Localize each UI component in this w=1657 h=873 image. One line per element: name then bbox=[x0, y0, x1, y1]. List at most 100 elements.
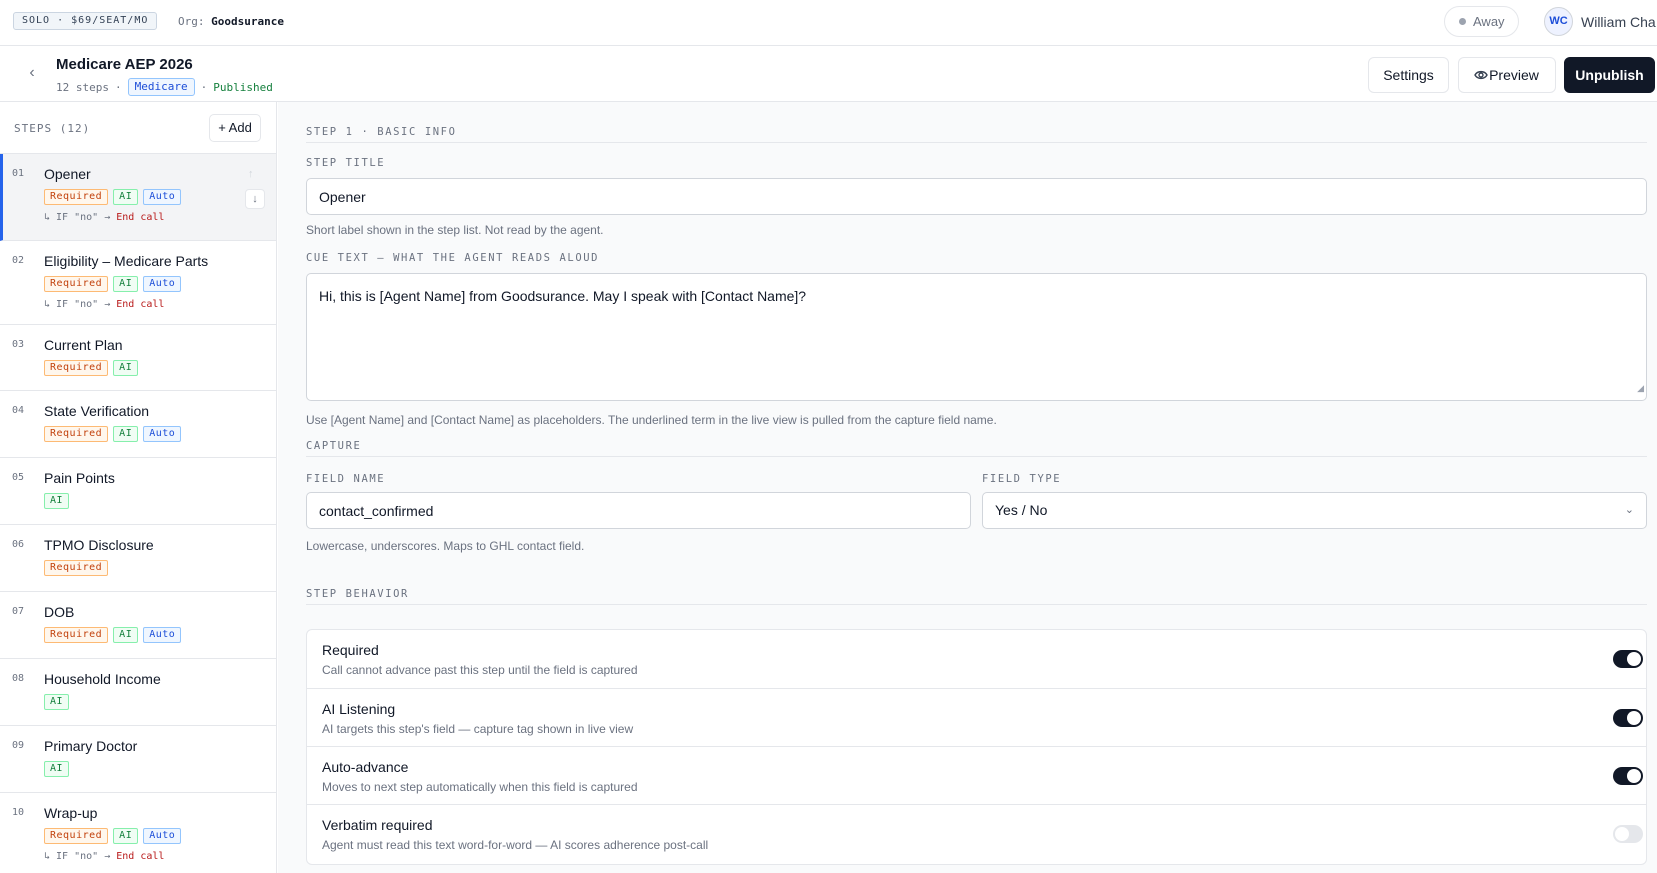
step-badges: AI bbox=[44, 761, 70, 777]
publish-status: Published bbox=[213, 80, 273, 94]
branch-condition: ↳ IF "no" → bbox=[44, 212, 111, 223]
required-badge: Required bbox=[44, 828, 109, 844]
steps-header: STEPS (12) + Add bbox=[0, 102, 276, 154]
steps-title: STEPS (12) bbox=[14, 122, 91, 135]
step-title-help: Short label shown in the step list. Not … bbox=[306, 223, 604, 237]
back-button[interactable]: ‹ bbox=[20, 61, 44, 85]
step-behavior-card: Required Call cannot advance past this s… bbox=[306, 629, 1647, 865]
step-item-state-verification[interactable]: 04 State Verification Required AI Auto bbox=[0, 391, 276, 458]
field-help: Lowercase, underscores. Maps to GHL cont… bbox=[306, 539, 585, 553]
auto-badge: Auto bbox=[143, 189, 182, 205]
step-title-input[interactable] bbox=[306, 178, 1647, 215]
org-label: Org: bbox=[178, 15, 205, 28]
toggle-knob bbox=[1627, 711, 1641, 725]
section-basic-info-title: STEP 1 · BASIC INFO bbox=[306, 126, 457, 138]
step-item-dob[interactable]: 07 DOB Required AI Auto bbox=[0, 592, 276, 659]
cue-text-textarea[interactable]: Hi, this is [Agent Name] from Goodsuranc… bbox=[306, 273, 1647, 401]
behavior-desc: Call cannot advance past this step until… bbox=[322, 663, 638, 677]
toggle-knob bbox=[1615, 827, 1629, 841]
section-behavior-title: STEP BEHAVIOR bbox=[306, 588, 409, 600]
auto-badge: Auto bbox=[143, 426, 182, 442]
step-badges: AI bbox=[44, 493, 70, 509]
step-badges: Required AI Auto bbox=[44, 627, 182, 643]
step-item-eligibility[interactable]: 02 Eligibility – Medicare Parts Required… bbox=[0, 241, 276, 325]
org-indicator: Org: Goodsurance bbox=[178, 15, 284, 28]
behavior-title: Auto-advance bbox=[322, 759, 409, 775]
behavior-row-ai-listening: AI Listening AI targets this step's fiel… bbox=[307, 688, 1646, 746]
script-header: ‹ Medicare AEP 2026 12 steps · Medicare … bbox=[0, 46, 1657, 102]
behavior-desc: Agent must read this text word-for-word … bbox=[322, 838, 709, 852]
preview-button[interactable]: Preview bbox=[1458, 57, 1556, 93]
step-count: 12 steps bbox=[56, 80, 109, 94]
step-item-wrap-up[interactable]: 10 Wrap-up Required AI Auto ↳ IF "no" → … bbox=[0, 793, 276, 873]
step-number: 10 bbox=[12, 807, 25, 818]
step-number: 09 bbox=[12, 740, 25, 751]
step-name: Household Income bbox=[44, 671, 161, 687]
resize-handle-icon[interactable]: ◢ bbox=[1637, 378, 1644, 398]
step-item-household-income[interactable]: 08 Household Income AI bbox=[0, 659, 276, 726]
section-capture-title: CAPTURE bbox=[306, 440, 362, 452]
step-badges: Required AI Auto bbox=[44, 189, 182, 205]
branch-rule: ↳ IF "no" → End call bbox=[44, 299, 164, 310]
step-number: 01 bbox=[12, 168, 25, 179]
eye-icon bbox=[1474, 58, 1488, 104]
auto-badge: Auto bbox=[143, 627, 182, 643]
ai-badge: AI bbox=[113, 828, 139, 844]
required-badge: Required bbox=[44, 189, 109, 205]
field-type-value: Yes / No bbox=[995, 502, 1048, 518]
auto-advance-toggle[interactable] bbox=[1613, 767, 1643, 785]
top-bar: SOLO · $69/SEAT/MO Org: Goodsurance Away… bbox=[0, 0, 1657, 46]
category-tag: Medicare bbox=[127, 78, 195, 96]
step-number: 06 bbox=[12, 539, 25, 550]
step-item-pain-points[interactable]: 05 Pain Points AI bbox=[0, 458, 276, 525]
step-item-primary-doctor[interactable]: 09 Primary Doctor AI bbox=[0, 726, 276, 793]
branch-rule: ↳ IF "no" → End call bbox=[44, 851, 164, 862]
chevron-down-icon: ⌄ bbox=[1624, 504, 1634, 516]
arrow-up-icon[interactable]: ↑ bbox=[248, 168, 254, 180]
chevron-left-icon: ‹ bbox=[29, 64, 35, 81]
settings-button[interactable]: Settings bbox=[1368, 57, 1449, 93]
avatar[interactable]: WC bbox=[1544, 7, 1573, 36]
behavior-row-verbatim: Verbatim required Agent must read this t… bbox=[307, 804, 1646, 862]
divider bbox=[306, 456, 1647, 457]
step-item-current-plan[interactable]: 03 Current Plan Required AI bbox=[0, 325, 276, 391]
ai-badge: AI bbox=[44, 761, 70, 777]
step-item-tpmo-disclosure[interactable]: 06 TPMO Disclosure Required bbox=[0, 525, 276, 592]
ai-badge: AI bbox=[44, 694, 70, 710]
branch-target: End call bbox=[116, 851, 165, 862]
script-meta: 12 steps · Medicare · Published bbox=[56, 78, 273, 96]
unpublish-button[interactable]: Unpublish bbox=[1564, 57, 1655, 93]
step-badges: Required AI Auto bbox=[44, 426, 182, 442]
ai-listening-toggle[interactable] bbox=[1613, 709, 1643, 727]
step-number: 04 bbox=[12, 405, 25, 416]
cue-text-help: Use [Agent Name] and [Contact Name] as p… bbox=[306, 413, 997, 427]
add-step-button[interactable]: + Add bbox=[209, 114, 261, 142]
auto-badge: Auto bbox=[143, 828, 182, 844]
auto-badge: Auto bbox=[143, 276, 182, 292]
required-toggle[interactable] bbox=[1613, 650, 1643, 668]
step-item-opener[interactable]: 01 Opener Required AI Auto ↳ IF "no" → E… bbox=[0, 154, 276, 241]
toggle-knob bbox=[1627, 769, 1641, 783]
steps-sidebar: STEPS (12) + Add 01 Opener Required AI A… bbox=[0, 102, 277, 873]
field-type-select[interactable]: Yes / No ⌄ bbox=[982, 492, 1647, 529]
field-name-input[interactable] bbox=[306, 492, 971, 529]
required-badge: Required bbox=[44, 627, 109, 643]
branch-target: End call bbox=[116, 299, 165, 310]
field-type-label: FIELD TYPE bbox=[982, 473, 1062, 485]
ai-badge: AI bbox=[113, 426, 139, 442]
arrow-down-icon[interactable]: ↓ bbox=[245, 189, 265, 209]
behavior-desc: Moves to next step automatically when th… bbox=[322, 780, 638, 794]
presence-status-label: Away bbox=[1473, 14, 1505, 29]
verbatim-toggle[interactable] bbox=[1613, 825, 1643, 843]
plan-badge: SOLO · $69/SEAT/MO bbox=[13, 12, 158, 30]
branch-condition: ↳ IF "no" → bbox=[44, 299, 111, 310]
behavior-title: Verbatim required bbox=[322, 817, 433, 833]
step-name: Pain Points bbox=[44, 470, 115, 486]
status-dot-icon bbox=[1459, 18, 1466, 25]
user-name[interactable]: William Cha bbox=[1581, 14, 1656, 30]
required-badge: Required bbox=[44, 560, 109, 576]
step-number: 08 bbox=[12, 673, 25, 684]
toggle-knob bbox=[1627, 652, 1641, 666]
step-title-label: STEP TITLE bbox=[306, 157, 386, 169]
presence-status-button[interactable]: Away bbox=[1444, 6, 1519, 37]
